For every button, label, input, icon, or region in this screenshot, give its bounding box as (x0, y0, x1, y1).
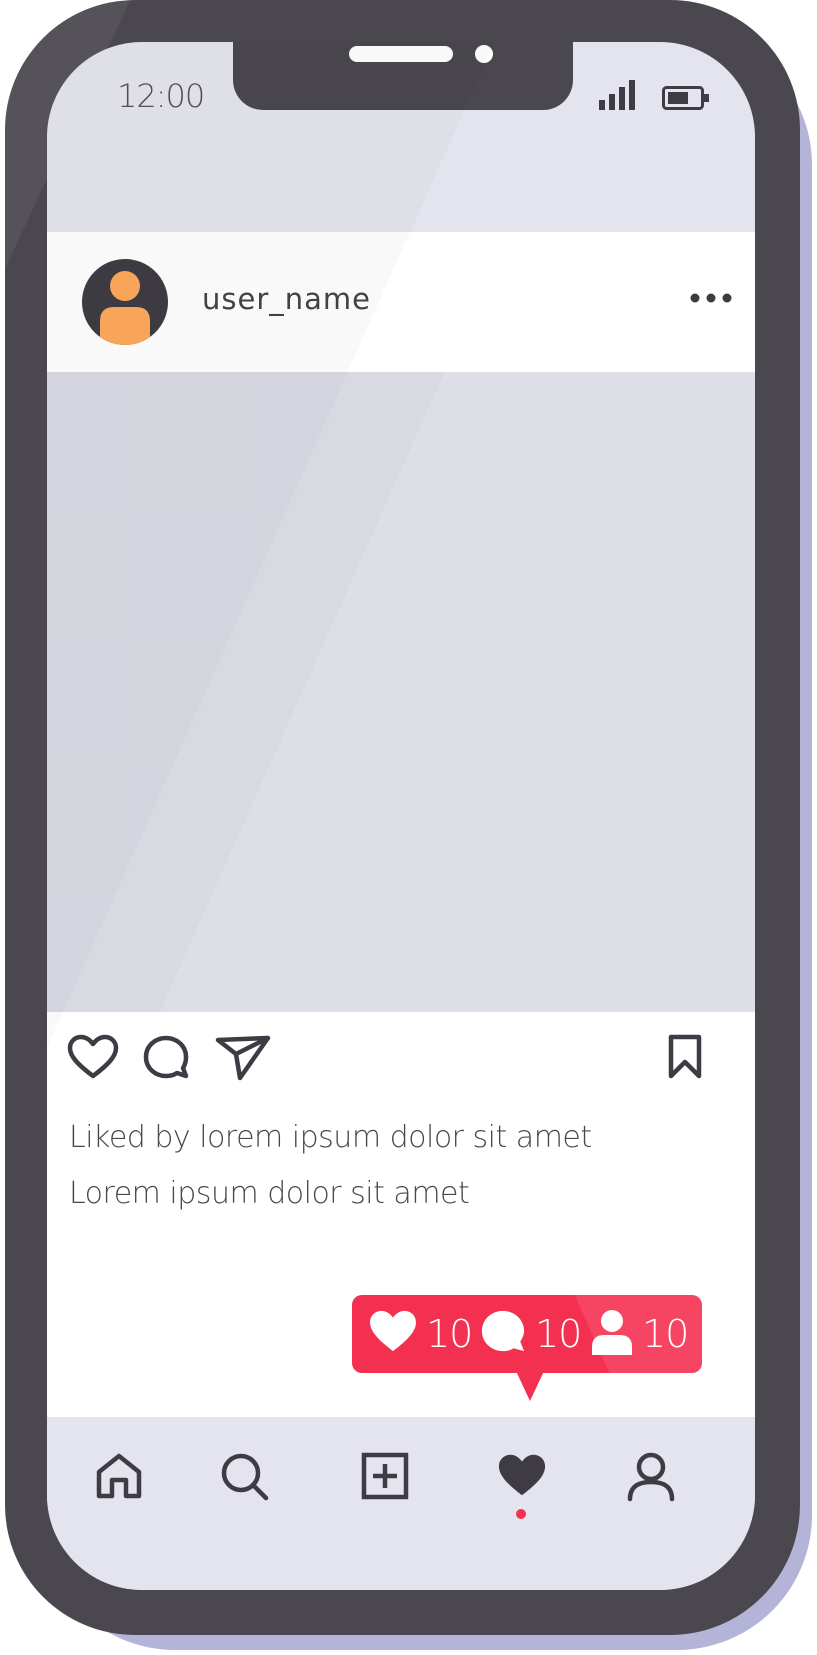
phone-frame: 12:00 user_name Liked by lorem ipsum dol… (5, 0, 800, 1635)
search-icon[interactable] (220, 1452, 270, 1502)
activity-notification[interactable]: 10 10 10 (352, 1295, 702, 1405)
status-time: 12:00 (117, 77, 205, 115)
phone-screen: 12:00 user_name Liked by lorem ipsum dol… (47, 42, 755, 1590)
heart-icon (370, 1310, 416, 1352)
profile-icon[interactable] (627, 1452, 675, 1502)
camera (475, 45, 493, 63)
add-post-icon[interactable] (361, 1452, 409, 1500)
tab-bar (47, 1417, 755, 1590)
bookmark-icon[interactable] (667, 1034, 703, 1080)
signal-icon (599, 80, 635, 110)
home-icon[interactable] (95, 1452, 143, 1500)
battery-icon (662, 86, 709, 110)
comments-count: 10 (535, 1312, 582, 1356)
share-icon[interactable] (215, 1034, 271, 1082)
likes-count: 10 (426, 1312, 473, 1356)
liked-by-text: Liked by lorem ipsum dolor sit amet (69, 1120, 592, 1155)
avatar-icon[interactable] (82, 259, 168, 345)
followers-count: 10 (642, 1312, 689, 1356)
post-image[interactable] (47, 372, 755, 1012)
notch (233, 42, 573, 110)
heart-icon[interactable] (67, 1034, 119, 1080)
activity-heart-icon[interactable] (497, 1452, 547, 1498)
more-options-icon[interactable] (689, 292, 733, 304)
comment-icon[interactable] (142, 1034, 190, 1082)
active-tab-indicator (516, 1509, 526, 1519)
caption-text: Lorem ipsum dolor sit amet (69, 1176, 470, 1211)
post-header: user_name (47, 232, 755, 372)
user-icon (592, 1310, 632, 1355)
username[interactable]: user_name (202, 282, 371, 316)
comment-icon (481, 1310, 525, 1352)
speaker (349, 46, 453, 62)
